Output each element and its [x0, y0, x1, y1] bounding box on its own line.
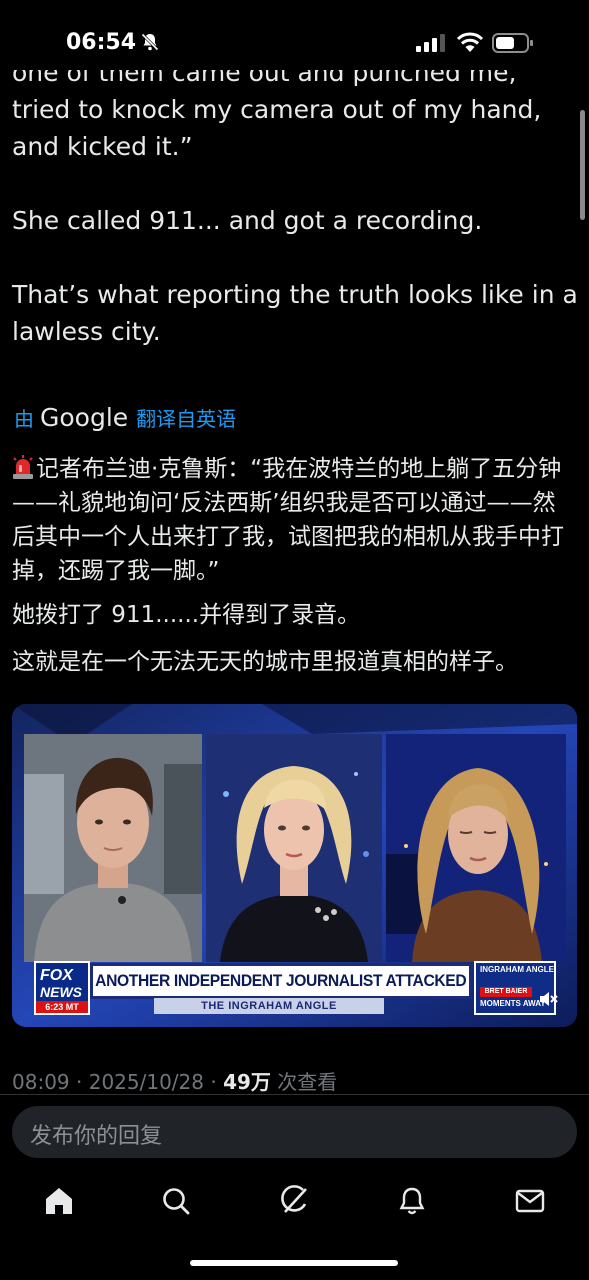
promo-top: INGRAHAM ANGLE [480, 965, 554, 974]
bottom-nav [0, 1170, 589, 1240]
news-lower-third: FOX NEWS 6:23 MT ANOTHER INDEPENDENT JOU… [34, 959, 556, 1017]
tweet-text: one of them came out and punched me, tri… [12, 58, 578, 346]
grok-icon[interactable] [277, 1184, 311, 1218]
headline-banner: ANOTHER INDEPENDENT JOURNALIST ATTACKED [90, 963, 472, 999]
home-icon[interactable] [42, 1184, 76, 1218]
translate-prefix: 由 [14, 406, 34, 431]
reply-input[interactable]: 发布你的回复 [12, 1106, 577, 1158]
translation-attribution[interactable]: 由 Google 翻译自英语 [14, 400, 236, 434]
network-logo-bottom: NEWS [40, 984, 82, 1000]
translation-paragraph-2: 她拨打了 911......并得到了录音。 [12, 602, 361, 628]
home-indicator [190, 1260, 398, 1266]
scroll-indicator [580, 110, 585, 220]
host-woman-figure [206, 734, 382, 962]
guest-panel-left [24, 734, 202, 962]
translation-paragraph-1: 记者布兰迪·克鲁斯：“我在波特兰的地上躺了五分钟——礼貌地询问‘反法西斯’组织我… [12, 452, 578, 588]
cellular-signal-icon [416, 34, 445, 52]
meta-separator: · [76, 1070, 89, 1094]
meta-separator: · [210, 1070, 224, 1094]
network-logo-top: FOX [40, 967, 73, 984]
broadcast-time: 6:23 MT [36, 1001, 88, 1013]
status-bar: 06:54 [0, 0, 589, 70]
guest-woman-figure [386, 734, 566, 962]
status-time: 06:54 [66, 30, 137, 55]
promo-mid: BRET BAIER [480, 987, 532, 997]
headline-text: ANOTHER INDEPENDENT JOURNALIST ATTACKED [95, 971, 467, 990]
show-name-bar: THE INGRAHAM ANGLE [154, 998, 384, 1014]
translation-paragraph-3: 这就是在一个无法无天的城市里报道真相的样子。 [12, 649, 518, 675]
guest-panel-right [386, 734, 566, 962]
wifi-icon [456, 32, 484, 52]
notifications-icon[interactable] [395, 1184, 429, 1218]
views-label: 次查看 [277, 1070, 338, 1094]
tweet-date: 2025/10/28 [88, 1070, 204, 1094]
bell-slash-icon [141, 33, 159, 51]
embedded-video[interactable]: FOX NEWS 6:23 MT ANOTHER INDEPENDENT JOU… [12, 704, 577, 1027]
network-logo: FOX NEWS 6:23 MT [34, 961, 90, 1015]
search-icon[interactable] [159, 1184, 193, 1218]
translate-suffix: 翻译自英语 [136, 406, 237, 431]
views-count: 49万 [223, 1070, 271, 1094]
reply-placeholder: 发布你的回复 [30, 1124, 163, 1149]
divider [0, 1094, 589, 1095]
host-panel [206, 734, 382, 962]
google-logo: Google [40, 402, 129, 432]
siren-icon [13, 455, 33, 479]
translation-text-1: 记者布兰迪·克鲁斯：“我在波特兰的地上躺了五分钟——礼貌地询问‘反法西斯’组织我… [12, 456, 564, 584]
tweet-meta: 08:09 · 2025/10/28 · 49万 次查看 [12, 1066, 337, 1095]
battery-icon [492, 33, 533, 53]
tweet-time: 08:09 [12, 1070, 70, 1094]
messages-icon[interactable] [513, 1184, 547, 1218]
guest-man-figure [24, 734, 202, 962]
promo-bottom: MOMENTS AWAY [480, 999, 546, 1008]
mute-icon[interactable] [538, 990, 558, 1008]
